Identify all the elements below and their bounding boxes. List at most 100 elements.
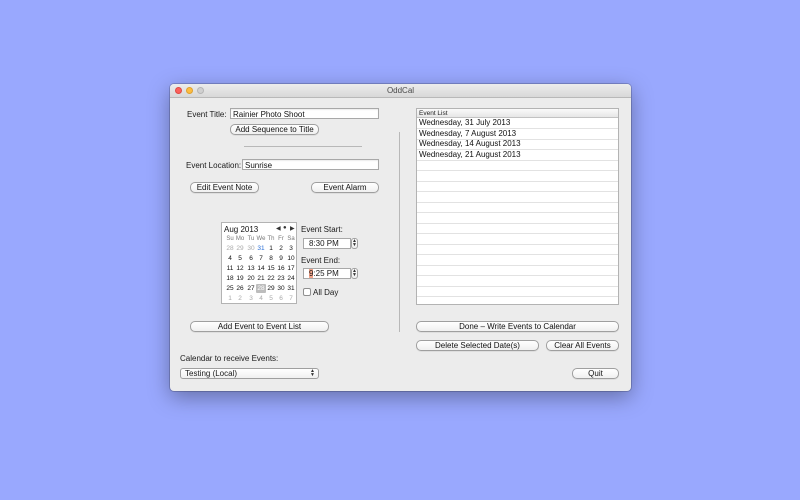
event-list-empty-row[interactable]: [417, 255, 618, 266]
calendar-day[interactable]: 1: [266, 244, 276, 253]
calendar-day[interactable]: 12: [235, 264, 245, 273]
calendar-weekday-header: Th: [267, 236, 275, 242]
calendar-day[interactable]: 14: [256, 264, 266, 273]
event-start-minutes[interactable]: :30 PM: [313, 239, 338, 248]
calendar-day[interactable]: 31: [286, 284, 296, 293]
calendar-day[interactable]: 3: [286, 244, 296, 253]
calendar-day[interactable]: 7: [286, 294, 296, 303]
event-start-stepper[interactable]: ▲ ▼: [351, 238, 358, 249]
calendar-day[interactable]: 30: [246, 244, 256, 253]
calendar-day[interactable]: 30: [276, 284, 286, 293]
event-start-label: Event Start:: [301, 225, 343, 234]
event-location-label: Event Location:: [186, 161, 242, 170]
event-list-empty-row[interactable]: [417, 276, 618, 287]
calendar-weekday-header: We: [256, 236, 266, 242]
event-alarm-button[interactable]: Event Alarm: [311, 182, 379, 193]
calendar-day[interactable]: 24: [286, 274, 296, 283]
event-list-row[interactable]: Wednesday, 31 July 2013: [417, 118, 618, 129]
calendar-day[interactable]: 9: [276, 254, 286, 263]
calendar-select[interactable]: Testing (Local) ▲ ▼: [180, 368, 319, 379]
calendar-day[interactable]: 15: [266, 264, 276, 273]
calendar-day[interactable]: 22: [266, 274, 276, 283]
calendar-day[interactable]: 31: [256, 244, 266, 253]
calendar-day[interactable]: 4: [225, 254, 235, 263]
event-list-empty-row[interactable]: [417, 171, 618, 182]
event-list-empty-row[interactable]: [417, 223, 618, 234]
panel-divider: [399, 132, 400, 332]
next-month-icon[interactable]: ▶: [290, 225, 295, 232]
event-list-empty-row[interactable]: [417, 160, 618, 171]
event-list-header[interactable]: Event List: [417, 109, 618, 118]
calendar-day[interactable]: 7: [256, 254, 266, 263]
calendar-receive-label: Calendar to receive Events:: [180, 354, 279, 363]
calendar-day[interactable]: 8: [266, 254, 276, 263]
calendar-day[interactable]: 4: [256, 294, 266, 303]
calendar-weekday-header: Mo: [235, 236, 245, 242]
calendar-day[interactable]: 25: [225, 284, 235, 293]
form-divider: [244, 146, 362, 147]
event-list-table[interactable]: Event List Wednesday, 31 July 2013 Wednes…: [416, 108, 619, 305]
calendar-day[interactable]: 6: [246, 254, 256, 263]
calendar-month-label: Aug 2013: [224, 225, 259, 234]
calendar-day[interactable]: 6: [276, 294, 286, 303]
quit-button[interactable]: Quit: [572, 368, 619, 379]
oddcal-window: OddCal Event Title: Rainier Photo Shoot …: [170, 84, 631, 391]
event-list-row[interactable]: Wednesday, 21 August 2013: [417, 150, 618, 161]
event-list-empty-row[interactable]: [417, 202, 618, 213]
event-list-empty-row[interactable]: [417, 244, 618, 255]
window-title: OddCal: [386, 86, 415, 95]
clear-all-events-button[interactable]: Clear All Events: [546, 340, 619, 351]
calendar-day[interactable]: 28: [256, 284, 266, 293]
event-list-empty-row[interactable]: [417, 181, 618, 192]
calendar-day[interactable]: 17: [286, 264, 296, 273]
calendar-select-value: Testing (Local): [185, 369, 238, 378]
calendar-day[interactable]: 2: [276, 244, 286, 253]
event-end-time-field[interactable]: 9:25 PM: [303, 268, 351, 279]
done-write-events-button[interactable]: Done – Write Events to Calendar: [416, 321, 619, 332]
calendar-day[interactable]: 18: [225, 274, 235, 283]
event-list-empty-row[interactable]: [417, 265, 618, 276]
event-end-label: Event End:: [301, 256, 341, 265]
calendar-day[interactable]: 16: [276, 264, 286, 273]
calendar-day[interactable]: 29: [266, 284, 276, 293]
calendar-day[interactable]: 29: [235, 244, 245, 253]
calendar-day[interactable]: 23: [276, 274, 286, 283]
prev-month-icon[interactable]: ◀: [276, 225, 281, 232]
edit-event-note-button[interactable]: Edit Event Note: [190, 182, 259, 193]
calendar-day[interactable]: 28: [225, 244, 235, 253]
event-list-empty-row[interactable]: [417, 234, 618, 245]
select-arrows-icon: ▲ ▼: [310, 368, 315, 378]
calendar-day[interactable]: 21: [256, 274, 266, 283]
calendar-day[interactable]: 5: [266, 294, 276, 303]
event-list-empty-row[interactable]: [417, 213, 618, 224]
event-list-empty-row[interactable]: [417, 286, 618, 297]
calendar-weekday-header: Fr: [278, 236, 284, 242]
calendar-day[interactable]: 11: [225, 264, 235, 273]
calendar-day[interactable]: 3: [246, 294, 256, 303]
delete-selected-dates-button[interactable]: Delete Selected Date(s): [416, 340, 539, 351]
calendar-day[interactable]: 5: [235, 254, 245, 263]
event-location-field[interactable]: Sunrise: [242, 159, 379, 170]
calendar-day[interactable]: 10: [286, 254, 296, 263]
calendar-day[interactable]: 20: [246, 274, 256, 283]
all-day-checkbox[interactable]: [303, 288, 311, 296]
event-list-empty-row[interactable]: [417, 192, 618, 203]
add-event-to-list-button[interactable]: Add Event to Event List: [190, 321, 329, 332]
calendar-day[interactable]: 1: [225, 294, 235, 303]
event-title-field[interactable]: Rainier Photo Shoot: [230, 108, 379, 119]
calendar-day[interactable]: 27: [246, 284, 256, 293]
calendar-day[interactable]: 19: [235, 274, 245, 283]
event-end-stepper[interactable]: ▲ ▼: [351, 268, 358, 279]
add-sequence-button[interactable]: Add Sequence to Title: [230, 124, 319, 135]
today-dot-icon[interactable]: ●: [283, 225, 287, 231]
event-start-time-field[interactable]: 8:30 PM: [303, 238, 351, 249]
date-picker-calendar[interactable]: Aug 2013 ◀ ● ▶ Su Mo Tu We Th Fr Sa 28 29 30 31 1 2 3…: [221, 222, 297, 304]
event-list-row[interactable]: Wednesday, 7 August 2013: [417, 129, 618, 140]
calendar-day[interactable]: 13: [246, 264, 256, 273]
event-end-minutes[interactable]: :25 PM: [313, 269, 338, 278]
calendar-day[interactable]: 2: [235, 294, 245, 303]
event-list-row[interactable]: Wednesday, 14 August 2013: [417, 139, 618, 150]
calendar-weekday-header: Tu: [247, 236, 255, 242]
title-bar[interactable]: OddCal: [170, 84, 631, 98]
calendar-day[interactable]: 26: [235, 284, 245, 293]
